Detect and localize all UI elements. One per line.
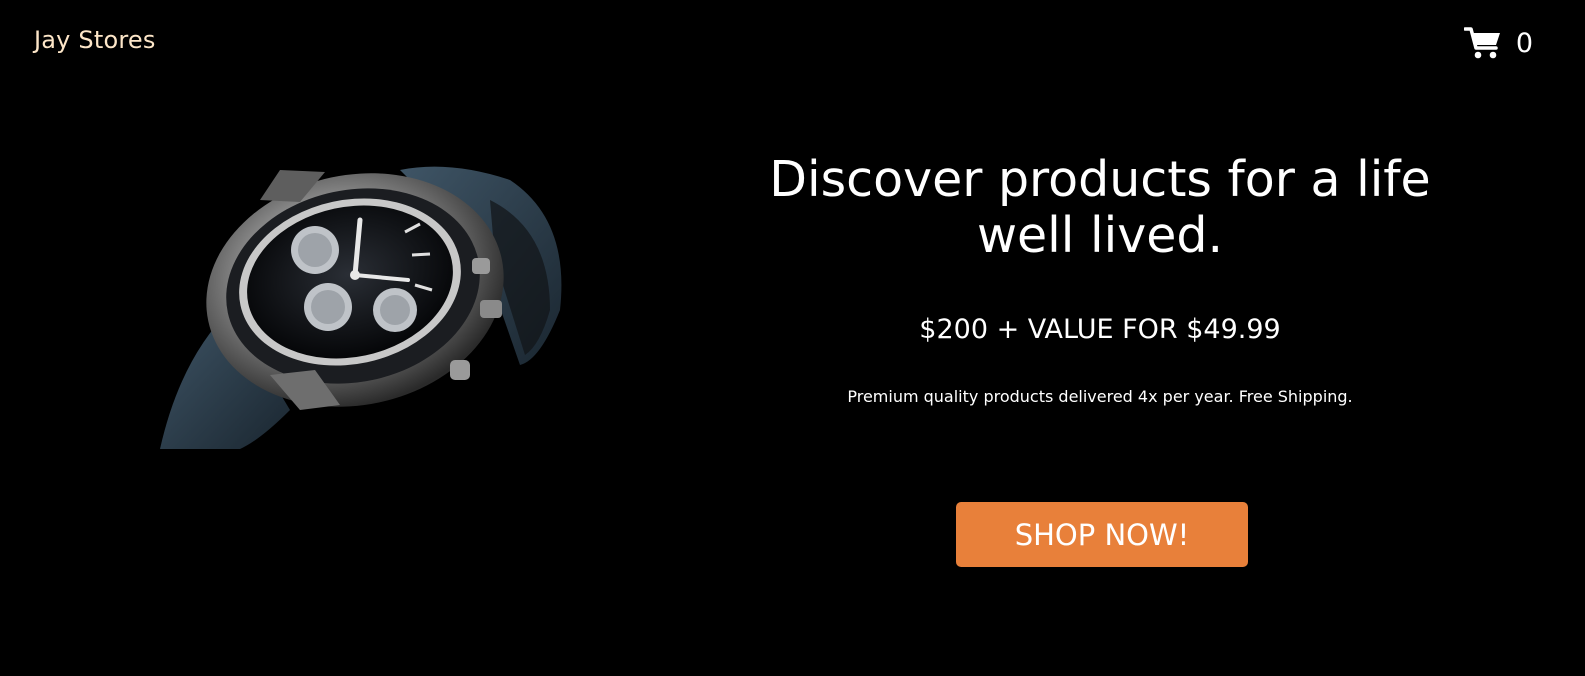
hero-headline: Discover products for a life well lived. <box>769 151 1431 264</box>
shop-now-button[interactable]: SHOP NOW! <box>956 502 1248 567</box>
hero-section: Discover products for a life well lived.… <box>700 151 1500 407</box>
brand-logo[interactable]: Jay Stores <box>34 26 156 54</box>
offer-text: $200 + VALUE FOR $49.99 <box>919 314 1281 345</box>
landing-page: Jay Stores 0 Discover products for a lif… <box>0 0 1585 676</box>
subtext: Premium quality products delivered 4x pe… <box>847 387 1353 406</box>
cart-count: 0 <box>1515 27 1533 59</box>
cart-button[interactable]: 0 <box>1463 26 1533 60</box>
shopping-cart-icon[interactable] <box>1463 26 1502 60</box>
watch-image <box>150 160 580 455</box>
